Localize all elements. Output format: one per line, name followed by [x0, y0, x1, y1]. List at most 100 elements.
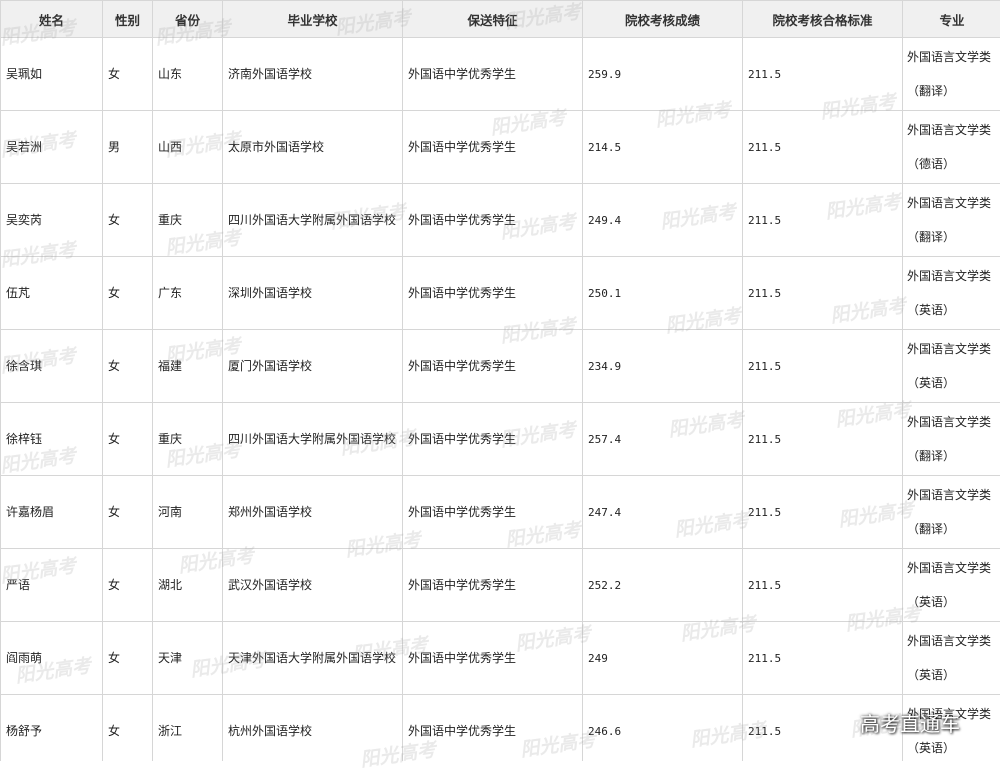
cell-gender: 女	[103, 38, 153, 111]
cell-province: 天津	[153, 622, 223, 695]
cell-province: 山东	[153, 38, 223, 111]
cell-school: 四川外国语大学附属外国语学校	[223, 403, 403, 476]
admission-table-wrapper: 姓名 性别 省份 毕业学校 保送特征 院校考核成绩 院校考核合格标准 专业 吴珮…	[0, 0, 1000, 761]
cell-name: 许嘉杨眉	[1, 476, 103, 549]
cell-score: 249.4	[583, 184, 743, 257]
major-direction: （翻译）	[907, 512, 1000, 546]
header-school: 毕业学校	[223, 1, 403, 38]
cell-score: 259.9	[583, 38, 743, 111]
major-category: 外国语言文学类	[907, 624, 1000, 658]
cell-name: 阎雨萌	[1, 622, 103, 695]
cell-province: 湖北	[153, 549, 223, 622]
cell-gender: 女	[103, 549, 153, 622]
major-direction: （翻译）	[907, 220, 1000, 254]
cell-major: 外国语言文学类（英语）	[903, 622, 1000, 695]
cell-school: 杭州外国语学校	[223, 695, 403, 762]
cell-major: 外国语言文学类（翻译）	[903, 476, 1000, 549]
cell-gender: 男	[103, 111, 153, 184]
cell-score: 249	[583, 622, 743, 695]
cell-province: 福建	[153, 330, 223, 403]
cell-major: 外国语言文学类（翻译）	[903, 403, 1000, 476]
cell-name: 吴奕芮	[1, 184, 103, 257]
cell-feature: 外国语中学优秀学生	[403, 257, 583, 330]
cell-name: 杨舒予	[1, 695, 103, 762]
cell-feature: 外国语中学优秀学生	[403, 184, 583, 257]
major-category: 外国语言文学类	[907, 186, 1000, 220]
cell-gender: 女	[103, 403, 153, 476]
cell-school: 四川外国语大学附属外国语学校	[223, 184, 403, 257]
cell-school: 郑州外国语学校	[223, 476, 403, 549]
header-gender: 性别	[103, 1, 153, 38]
cell-standard: 211.5	[743, 111, 903, 184]
cell-major: 外国语言文学类（英语）	[903, 549, 1000, 622]
cell-standard: 211.5	[743, 330, 903, 403]
cell-score: 257.4	[583, 403, 743, 476]
table-row: 严语女湖北武汉外国语学校外国语中学优秀学生252.2211.5外国语言文学类（英…	[1, 549, 1000, 622]
major-direction: （翻译）	[907, 439, 1000, 473]
cell-province: 河南	[153, 476, 223, 549]
major-category: 外国语言文学类	[907, 405, 1000, 439]
cell-province: 重庆	[153, 403, 223, 476]
cell-gender: 女	[103, 622, 153, 695]
cell-name: 严语	[1, 549, 103, 622]
cell-gender: 女	[103, 695, 153, 762]
cell-school: 武汉外国语学校	[223, 549, 403, 622]
cell-province: 浙江	[153, 695, 223, 762]
cell-school: 深圳外国语学校	[223, 257, 403, 330]
cell-standard: 211.5	[743, 403, 903, 476]
cell-feature: 外国语中学优秀学生	[403, 38, 583, 111]
table-row: 杨舒予女浙江杭州外国语学校外国语中学优秀学生246.6211.5外国语言文学类（…	[1, 695, 1000, 762]
major-direction: （英语）	[907, 293, 1000, 327]
table-row: 吴若洲男山西太原市外国语学校外国语中学优秀学生214.5211.5外国语言文学类…	[1, 111, 1000, 184]
table-row: 徐梓钰女重庆四川外国语大学附属外国语学校外国语中学优秀学生257.4211.5外…	[1, 403, 1000, 476]
cell-school: 天津外国语大学附属外国语学校	[223, 622, 403, 695]
cell-standard: 211.5	[743, 622, 903, 695]
cell-feature: 外国语中学优秀学生	[403, 476, 583, 549]
table-row: 吴珮如女山东济南外国语学校外国语中学优秀学生259.9211.5外国语言文学类（…	[1, 38, 1000, 111]
site-logo: 高考直通车	[860, 708, 960, 737]
cell-feature: 外国语中学优秀学生	[403, 549, 583, 622]
major-direction: （英语）	[907, 658, 1000, 692]
cell-major: 外国语言文学类（英语）	[903, 330, 1000, 403]
cell-standard: 211.5	[743, 476, 903, 549]
major-direction: （德语）	[907, 147, 1000, 181]
major-category: 外国语言文学类	[907, 40, 1000, 74]
cell-score: 214.5	[583, 111, 743, 184]
table-row: 吴奕芮女重庆四川外国语大学附属外国语学校外国语中学优秀学生249.4211.5外…	[1, 184, 1000, 257]
cell-score: 247.4	[583, 476, 743, 549]
cell-gender: 女	[103, 257, 153, 330]
cell-school: 厦门外国语学校	[223, 330, 403, 403]
header-province: 省份	[153, 1, 223, 38]
cell-school: 济南外国语学校	[223, 38, 403, 111]
header-row: 姓名 性别 省份 毕业学校 保送特征 院校考核成绩 院校考核合格标准 专业	[1, 1, 1000, 38]
cell-gender: 女	[103, 184, 153, 257]
cell-score: 246.6	[583, 695, 743, 762]
cell-province: 山西	[153, 111, 223, 184]
cell-name: 徐梓钰	[1, 403, 103, 476]
major-category: 外国语言文学类	[907, 478, 1000, 512]
cell-feature: 外国语中学优秀学生	[403, 403, 583, 476]
cell-score: 234.9	[583, 330, 743, 403]
cell-score: 252.2	[583, 549, 743, 622]
cell-name: 伍芃	[1, 257, 103, 330]
table-row: 阎雨萌女天津天津外国语大学附属外国语学校外国语中学优秀学生249211.5外国语…	[1, 622, 1000, 695]
cell-standard: 211.5	[743, 549, 903, 622]
cell-feature: 外国语中学优秀学生	[403, 111, 583, 184]
cell-name: 吴珮如	[1, 38, 103, 111]
cell-feature: 外国语中学优秀学生	[403, 695, 583, 762]
cell-major: 外国语言文学类（翻译）	[903, 38, 1000, 111]
cell-gender: 女	[103, 476, 153, 549]
table-body: 吴珮如女山东济南外国语学校外国语中学优秀学生259.9211.5外国语言文学类（…	[1, 38, 1000, 762]
header-score: 院校考核成绩	[583, 1, 743, 38]
major-direction: （英语）	[907, 366, 1000, 400]
cell-standard: 211.5	[743, 38, 903, 111]
major-category: 外国语言文学类	[907, 551, 1000, 585]
cell-gender: 女	[103, 330, 153, 403]
major-category: 外国语言文学类	[907, 259, 1000, 293]
cell-standard: 211.5	[743, 257, 903, 330]
cell-major: 外国语言文学类（翻译）	[903, 184, 1000, 257]
cell-name: 徐含琪	[1, 330, 103, 403]
cell-province: 广东	[153, 257, 223, 330]
cell-major: 外国语言文学类（德语）	[903, 111, 1000, 184]
header-name: 姓名	[1, 1, 103, 38]
